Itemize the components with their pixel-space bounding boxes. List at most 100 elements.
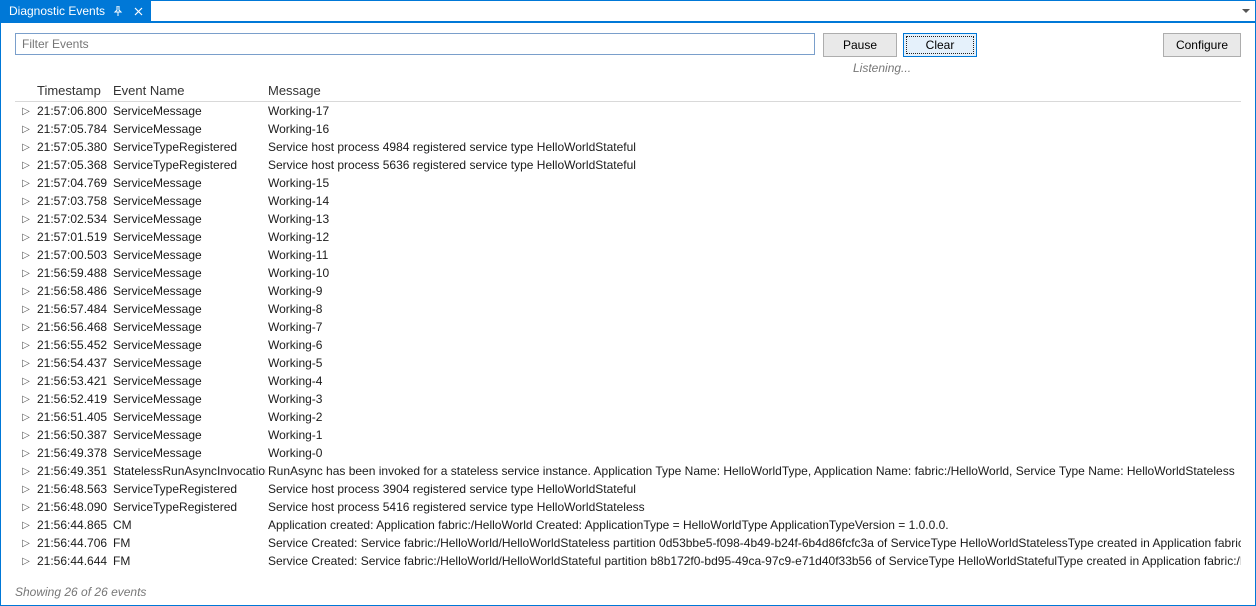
grid-body[interactable]: ▷21:57:06.800ServiceMessageWorking-17▷21… bbox=[15, 102, 1241, 581]
cell-event-name: StatelessRunAsyncInvocation bbox=[111, 464, 266, 478]
expand-icon[interactable]: ▷ bbox=[15, 196, 35, 207]
table-row[interactable]: ▷21:57:00.503ServiceMessageWorking-11 bbox=[15, 246, 1241, 264]
cell-event-name: ServiceTypeRegistered bbox=[111, 500, 266, 514]
expand-icon[interactable]: ▷ bbox=[15, 106, 35, 117]
pause-button[interactable]: Pause bbox=[823, 33, 897, 57]
table-row[interactable]: ▷21:57:05.380ServiceTypeRegisteredServic… bbox=[15, 138, 1241, 156]
table-row[interactable]: ▷21:56:49.351StatelessRunAsyncInvocation… bbox=[15, 462, 1241, 480]
expand-icon[interactable]: ▷ bbox=[15, 250, 35, 261]
expand-icon[interactable]: ▷ bbox=[15, 520, 35, 531]
expand-icon[interactable]: ▷ bbox=[15, 430, 35, 441]
table-row[interactable]: ▷21:57:05.368ServiceTypeRegisteredServic… bbox=[15, 156, 1241, 174]
table-row[interactable]: ▷21:56:49.378ServiceMessageWorking-0 bbox=[15, 444, 1241, 462]
cell-timestamp: 21:57:05.380 bbox=[35, 140, 111, 154]
expand-icon[interactable]: ▷ bbox=[15, 484, 35, 495]
expand-icon[interactable]: ▷ bbox=[15, 268, 35, 279]
col-event-name[interactable]: Event Name bbox=[111, 83, 266, 98]
window-menu-dropdown-icon[interactable] bbox=[1237, 1, 1255, 21]
table-row[interactable]: ▷21:56:44.706FMService Created: Service … bbox=[15, 534, 1241, 552]
table-row[interactable]: ▷21:56:56.468ServiceMessageWorking-7 bbox=[15, 318, 1241, 336]
expand-icon[interactable]: ▷ bbox=[15, 466, 35, 477]
table-row[interactable]: ▷21:57:01.519ServiceMessageWorking-12 bbox=[15, 228, 1241, 246]
expand-icon[interactable]: ▷ bbox=[15, 214, 35, 225]
expand-icon[interactable]: ▷ bbox=[15, 394, 35, 405]
table-row[interactable]: ▷21:56:59.488ServiceMessageWorking-10 bbox=[15, 264, 1241, 282]
cell-message: Working-3 bbox=[266, 392, 1241, 406]
table-row[interactable]: ▷21:56:55.452ServiceMessageWorking-6 bbox=[15, 336, 1241, 354]
titlebar: Diagnostic Events bbox=[1, 1, 1255, 23]
listening-status: Listening... bbox=[853, 61, 911, 75]
cell-message: Working-4 bbox=[266, 374, 1241, 388]
cell-event-name: ServiceMessage bbox=[111, 392, 266, 406]
cell-message: Working-7 bbox=[266, 320, 1241, 334]
table-row[interactable]: ▷21:57:06.800ServiceMessageWorking-17 bbox=[15, 102, 1241, 120]
pin-icon[interactable] bbox=[111, 4, 125, 18]
cell-timestamp: 21:56:49.378 bbox=[35, 446, 111, 460]
expand-icon[interactable]: ▷ bbox=[15, 286, 35, 297]
expand-icon[interactable]: ▷ bbox=[15, 322, 35, 333]
cell-message: Working-10 bbox=[266, 266, 1241, 280]
clear-button[interactable]: Clear bbox=[903, 33, 977, 57]
cell-timestamp: 21:56:44.706 bbox=[35, 536, 111, 550]
cell-timestamp: 21:56:50.387 bbox=[35, 428, 111, 442]
table-row[interactable]: ▷21:56:50.387ServiceMessageWorking-1 bbox=[15, 426, 1241, 444]
table-row[interactable]: ▷21:56:51.405ServiceMessageWorking-2 bbox=[15, 408, 1241, 426]
expand-icon[interactable]: ▷ bbox=[15, 448, 35, 459]
table-row[interactable]: ▷21:57:02.534ServiceMessageWorking-13 bbox=[15, 210, 1241, 228]
expand-icon[interactable]: ▷ bbox=[15, 232, 35, 243]
cell-timestamp: 21:56:55.452 bbox=[35, 338, 111, 352]
expand-icon[interactable]: ▷ bbox=[15, 376, 35, 387]
cell-event-name: ServiceMessage bbox=[111, 284, 266, 298]
cell-timestamp: 21:56:53.421 bbox=[35, 374, 111, 388]
table-row[interactable]: ▷21:56:58.486ServiceMessageWorking-9 bbox=[15, 282, 1241, 300]
expand-icon[interactable]: ▷ bbox=[15, 502, 35, 513]
cell-event-name: ServiceMessage bbox=[111, 446, 266, 460]
table-row[interactable]: ▷21:56:44.644FMService Created: Service … bbox=[15, 552, 1241, 570]
col-message[interactable]: Message bbox=[266, 83, 1241, 98]
table-row[interactable]: ▷21:56:48.563ServiceTypeRegisteredServic… bbox=[15, 480, 1241, 498]
expand-icon[interactable]: ▷ bbox=[15, 178, 35, 189]
expand-icon[interactable]: ▷ bbox=[15, 142, 35, 153]
cell-message: Working-8 bbox=[266, 302, 1241, 316]
cell-event-name: FM bbox=[111, 554, 266, 568]
expand-icon[interactable]: ▷ bbox=[15, 358, 35, 369]
expand-icon[interactable]: ▷ bbox=[15, 124, 35, 135]
cell-event-name: ServiceMessage bbox=[111, 320, 266, 334]
cell-message: Working-11 bbox=[266, 248, 1241, 262]
table-row[interactable]: ▷21:56:54.437ServiceMessageWorking-5 bbox=[15, 354, 1241, 372]
table-row[interactable]: ▷21:56:44.865CMApplication created: Appl… bbox=[15, 516, 1241, 534]
cell-timestamp: 21:56:48.563 bbox=[35, 482, 111, 496]
cell-message: Service Created: Service fabric:/HelloWo… bbox=[266, 554, 1241, 568]
cell-event-name: ServiceMessage bbox=[111, 338, 266, 352]
expand-icon[interactable]: ▷ bbox=[15, 556, 35, 567]
cell-event-name: ServiceMessage bbox=[111, 194, 266, 208]
cell-timestamp: 21:57:02.534 bbox=[35, 212, 111, 226]
cell-message: Working-1 bbox=[266, 428, 1241, 442]
table-row[interactable]: ▷21:56:52.419ServiceMessageWorking-3 bbox=[15, 390, 1241, 408]
table-row[interactable]: ▷21:56:48.090ServiceTypeRegisteredServic… bbox=[15, 498, 1241, 516]
table-row[interactable]: ▷21:57:03.758ServiceMessageWorking-14 bbox=[15, 192, 1241, 210]
diagnostic-events-window: Diagnostic Events Pause Clear Listening.… bbox=[0, 0, 1256, 606]
expand-icon[interactable]: ▷ bbox=[15, 160, 35, 171]
table-row[interactable]: ▷21:57:04.769ServiceMessageWorking-15 bbox=[15, 174, 1241, 192]
cell-timestamp: 21:56:59.488 bbox=[35, 266, 111, 280]
table-row[interactable]: ▷21:56:57.484ServiceMessageWorking-8 bbox=[15, 300, 1241, 318]
table-row[interactable]: ▷21:57:05.784ServiceMessageWorking-16 bbox=[15, 120, 1241, 138]
expand-icon[interactable]: ▷ bbox=[15, 412, 35, 423]
cell-timestamp: 21:56:44.865 bbox=[35, 518, 111, 532]
col-timestamp[interactable]: Timestamp bbox=[35, 83, 111, 98]
cell-timestamp: 21:56:51.405 bbox=[35, 410, 111, 424]
expand-icon[interactable]: ▷ bbox=[15, 538, 35, 549]
table-row[interactable]: ▷21:56:53.421ServiceMessageWorking-4 bbox=[15, 372, 1241, 390]
toolbar: Pause Clear Listening... Configure bbox=[1, 23, 1255, 77]
expand-icon[interactable]: ▷ bbox=[15, 340, 35, 351]
events-grid: Timestamp Event Name Message ▷21:57:06.8… bbox=[15, 81, 1241, 581]
filter-events-input[interactable] bbox=[15, 33, 815, 55]
expand-icon[interactable]: ▷ bbox=[15, 304, 35, 315]
configure-button[interactable]: Configure bbox=[1163, 33, 1241, 57]
cell-message: Working-13 bbox=[266, 212, 1241, 226]
cell-event-name: ServiceMessage bbox=[111, 230, 266, 244]
tab-diagnostic-events[interactable]: Diagnostic Events bbox=[1, 1, 151, 21]
close-icon[interactable] bbox=[131, 4, 145, 18]
footer-status: Showing 26 of 26 events bbox=[1, 581, 1255, 605]
